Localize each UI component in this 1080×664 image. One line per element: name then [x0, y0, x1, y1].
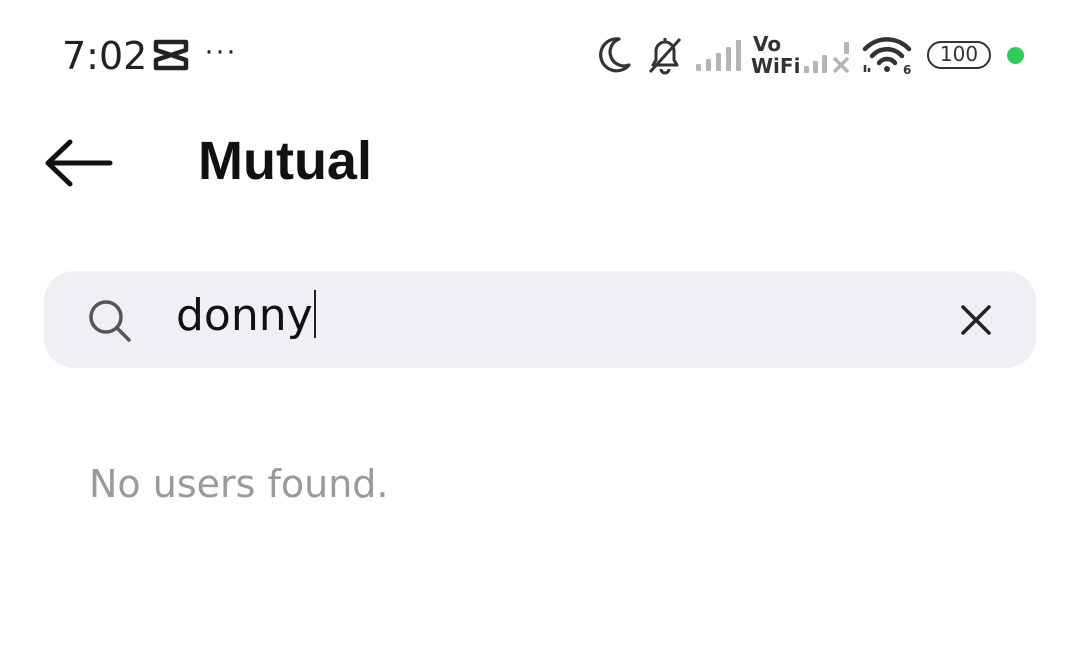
more-notifications-icon: ···	[204, 34, 237, 67]
wifi-sub-label: 6	[903, 63, 911, 76]
page-title: Mutual	[198, 131, 372, 191]
moon-icon	[599, 37, 631, 73]
search-input[interactable]: donny	[176, 290, 316, 341]
bell-off-icon	[648, 37, 682, 75]
signal-off-icon	[804, 42, 850, 74]
text-cursor	[313, 290, 316, 338]
clear-search-button[interactable]	[955, 299, 997, 341]
search-input-value: donny	[176, 290, 313, 341]
status-bar: 7:02 ··· Vo WiFi 6 100	[0, 0, 1080, 110]
vowifi-wifi-label: WiFi	[751, 54, 801, 78]
empty-results-message: No users found.	[89, 462, 389, 506]
status-time: 7:02	[62, 34, 148, 78]
search-icon	[89, 300, 131, 342]
vowifi-icon: Vo WiFi	[751, 32, 801, 78]
vowifi-vo-label: Vo	[753, 32, 782, 56]
battery-icon: 100	[927, 41, 991, 69]
back-button[interactable]	[40, 132, 116, 194]
privacy-indicator-dot	[1007, 47, 1024, 64]
signal-icon	[696, 40, 741, 71]
capcut-icon	[153, 39, 189, 71]
close-icon	[961, 305, 991, 335]
arrow-left-icon	[45, 139, 113, 187]
wifi-icon: 6	[862, 37, 911, 76]
